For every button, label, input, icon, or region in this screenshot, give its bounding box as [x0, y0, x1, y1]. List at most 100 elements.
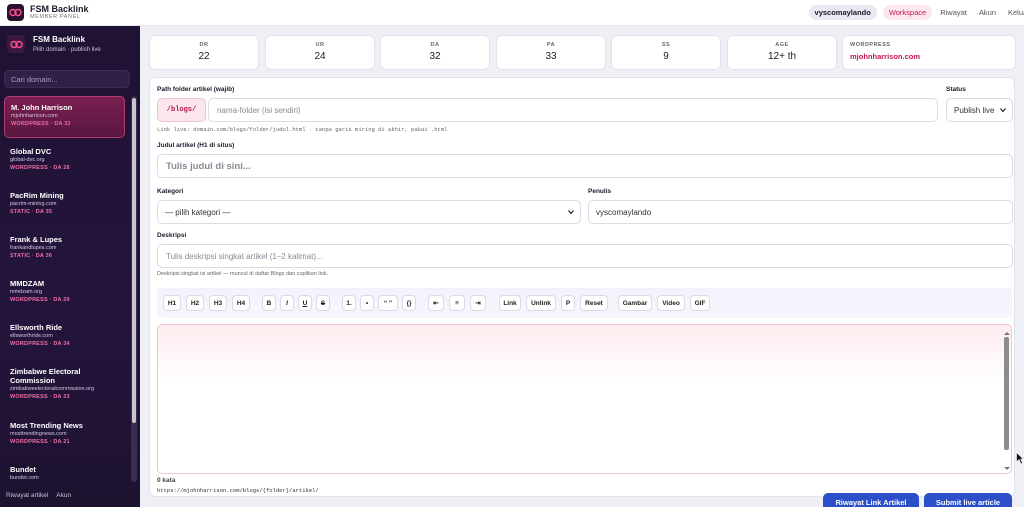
sidebar-footer: Riwayat artikel Akun — [6, 492, 79, 499]
top-bar: FSM Backlink MEMBER PANEL vyscomaylando … — [0, 0, 1024, 26]
toolbar-h2-button[interactable]: H2 — [186, 295, 204, 311]
domain-meta: WORDPRESS · DA 28 — [10, 165, 70, 171]
toolbar-unlink-button[interactable]: Unlink — [526, 295, 556, 311]
toolbar-reset-button[interactable]: Reset — [580, 295, 608, 311]
author-value: vyscomaylando — [596, 207, 652, 217]
nav-workspace[interactable]: Workspace — [882, 5, 933, 20]
domain-item[interactable]: Ellsworth Ride ellsworthride.com WORDPRE… — [4, 317, 125, 359]
domain-meta: WORDPRESS · DA 32 — [11, 121, 71, 127]
category-label: Kategori — [157, 188, 184, 195]
toolbar-align-left-button[interactable]: ⇤ — [428, 295, 444, 311]
domain-meta: WORDPRESS · DA 21 — [10, 439, 70, 445]
toolbar-h4-button[interactable]: H4 — [232, 295, 250, 311]
toolbar-ordered-list-button[interactable]: 1. — [342, 295, 356, 311]
scroll-down-icon[interactable] — [1003, 466, 1011, 471]
stat-pa: PA 33 — [496, 35, 606, 70]
domain-name: Zimbabwe Electoral Commission — [10, 367, 81, 385]
chevron-down-icon — [1000, 108, 1006, 113]
domain-name: Most Trending News — [10, 421, 83, 430]
editor-scrollbar-thumb[interactable] — [1004, 337, 1009, 450]
domain-item[interactable]: Bundet bundet.com — [4, 459, 125, 484]
toolbar-paragraph-button[interactable]: P — [561, 295, 575, 311]
nav-akun[interactable]: Akun — [979, 8, 996, 17]
scroll-up-icon[interactable] — [1003, 331, 1011, 336]
stat-ur: UR 24 — [265, 35, 375, 70]
category-value: — pilih kategori — — [165, 207, 231, 217]
stat-da: DA 32 — [380, 35, 490, 70]
domain-meta: STATIC · DA 35 — [10, 209, 53, 215]
status-value: Publish live — [954, 105, 995, 115]
title-label: Judul artikel (H1 di situs) — [157, 142, 235, 149]
status-select[interactable]: Publish live — [946, 98, 1013, 122]
toolbar-image-button[interactable]: Gambar — [618, 295, 652, 311]
sidebar-title: FSM Backlink — [33, 35, 86, 44]
domain-url: bundet.com — [10, 475, 39, 481]
nav-keluar[interactable]: Keluar — [1008, 8, 1024, 17]
footer-link-akun[interactable]: Akun — [56, 492, 71, 499]
toolbar-bold-button[interactable]: B — [262, 295, 276, 311]
toolbar-code-button[interactable]: {} — [402, 295, 416, 311]
toolbar-italic-button[interactable]: I — [280, 295, 294, 311]
history-button[interactable]: Riwayat Link Artikel — [823, 493, 919, 507]
domain-item[interactable]: MMDZAM mmdzam.org WORDPRESS · DA 29 — [4, 273, 125, 315]
sidebar: FSM Backlink Pilih domain · publish live… — [0, 26, 140, 507]
top-nav: vyscomaylando Workspace Riwayat Akun Kel… — [808, 5, 1024, 20]
domain-meta: STATIC · DA 36 — [10, 253, 53, 259]
sidebar-scrollbar[interactable] — [131, 96, 137, 482]
editor-scrollbar[interactable] — [1002, 331, 1010, 471]
sidebar-scrollbar-thumb[interactable] — [132, 98, 136, 423]
domain-search-input[interactable] — [4, 70, 130, 88]
toolbar-align-right-button[interactable]: ⇥ — [470, 295, 486, 311]
article-editor[interactable] — [157, 324, 1012, 474]
article-form: Path folder artikel (wajib) /blogs/ Link… — [149, 77, 1015, 497]
submit-button[interactable]: Submit live article — [924, 493, 1012, 507]
stat-platform: WORDPRESS mjohnharrison.com — [842, 35, 1016, 70]
toolbar-h1-button[interactable]: H1 — [163, 295, 181, 311]
app-logo[interactable] — [7, 4, 24, 21]
toolbar-bullet-list-button[interactable]: • — [360, 295, 374, 311]
domain-url: mmdzam.org — [10, 289, 43, 295]
editor-toolbar: H1 H2 H3 H4 B I U S 1. • “ ” {} ⇤ ≡ ⇥ Li… — [157, 288, 1012, 318]
domain-item[interactable]: Most Trending News mosttrendingnews.com … — [4, 415, 125, 457]
brand-title: FSM Backlink — [30, 4, 89, 14]
nav-riwayat[interactable]: Riwayat — [940, 8, 967, 17]
toolbar-strike-button[interactable]: S — [316, 295, 330, 311]
status-label: Status — [946, 86, 966, 93]
infinity-icon — [9, 40, 23, 48]
user-chip[interactable]: vyscomaylando — [808, 5, 877, 20]
domain-item[interactable]: PacRim Mining pacrim-mining.com STATIC ·… — [4, 185, 125, 227]
author-field[interactable]: vyscomaylando — [588, 200, 1013, 224]
author-label: Penulis — [588, 188, 612, 195]
toolbar-underline-button[interactable]: U — [298, 295, 312, 311]
domain-name: Ellsworth Ride — [10, 323, 63, 332]
domain-item[interactable]: Frank & Lupes frankandlupes.com STATIC ·… — [4, 229, 125, 271]
toolbar-video-button[interactable]: Video — [657, 295, 685, 311]
description-label: Deskripsi — [157, 232, 187, 239]
infinity-icon — [9, 8, 22, 17]
path-folder-input[interactable] — [208, 98, 938, 122]
domain-meta: WORDPRESS · DA 23 — [10, 394, 70, 400]
domain-list: M. John Harrison mjohnharrison.com WORDP… — [0, 96, 130, 484]
stat-dr: DR 22 — [149, 35, 259, 70]
path-label: Path folder artikel (wajib) — [157, 86, 235, 93]
toolbar-align-center-button[interactable]: ≡ — [449, 295, 465, 311]
toolbar-quote-button[interactable]: “ ” — [378, 295, 398, 311]
domain-item[interactable]: M. John Harrison mjohnharrison.com WORDP… — [4, 96, 125, 138]
domain-meta: WORDPRESS · DA 34 — [10, 341, 70, 347]
domain-url: mjohnharrison.com — [11, 113, 58, 119]
footer-link-riwayat[interactable]: Riwayat artikel — [6, 492, 48, 499]
description-input[interactable] — [157, 244, 1013, 268]
domain-item[interactable]: Zimbabwe Electoral Commission zimbabweel… — [4, 361, 125, 413]
article-title-input[interactable] — [157, 154, 1013, 178]
domain-meta: WORDPRESS · DA 29 — [10, 297, 70, 303]
sidebar-header: FSM Backlink Pilih domain · publish live — [7, 35, 101, 55]
domain-name: MMDZAM — [10, 279, 45, 288]
category-select[interactable]: — pilih kategori — — [157, 200, 581, 224]
domain-url: ellsworthride.com — [10, 333, 53, 339]
brand-subtitle: MEMBER PANEL — [30, 14, 81, 20]
domain-url: global-dvc.org — [10, 157, 45, 163]
domain-item[interactable]: Global DVC global-dvc.org WORDPRESS · DA… — [4, 141, 125, 183]
toolbar-link-button[interactable]: Link — [499, 295, 521, 311]
toolbar-h3-button[interactable]: H3 — [209, 295, 227, 311]
toolbar-gif-button[interactable]: GIF — [690, 295, 710, 311]
